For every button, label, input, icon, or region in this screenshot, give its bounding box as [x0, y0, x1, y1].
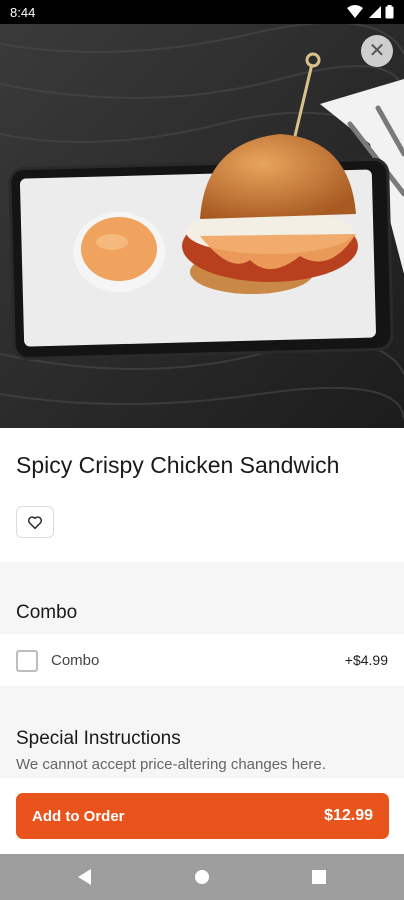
heart-icon [28, 515, 42, 529]
back-icon[interactable] [78, 869, 91, 885]
close-icon: ✕ [368, 40, 386, 62]
favorite-button[interactable] [16, 506, 54, 538]
wifi-icon [347, 5, 363, 18]
status-icons [347, 5, 394, 19]
status-bar: 8:44 [0, 0, 404, 24]
battery-icon [385, 5, 394, 19]
product-image [0, 24, 404, 428]
combo-checkbox[interactable] [16, 650, 38, 672]
home-icon[interactable] [195, 870, 209, 884]
product-title: Spicy Crispy Chicken Sandwich [16, 452, 340, 478]
add-to-order-button[interactable]: Add to Order $12.99 [16, 793, 389, 839]
add-to-order-label: Add to Order [32, 807, 125, 825]
special-instructions-title: Special Instructions [16, 728, 181, 749]
recents-icon[interactable] [312, 870, 326, 884]
special-instructions-note: We cannot accept price-altering changes … [16, 756, 326, 773]
combo-section-title: Combo [16, 602, 78, 623]
combo-option-label: Combo [51, 652, 100, 669]
close-button[interactable]: ✕ [361, 35, 393, 67]
status-time: 8:44 [10, 4, 36, 20]
combo-option-price: +$4.99 [344, 652, 388, 668]
navigation-bar [0, 854, 404, 900]
order-price: $12.99 [324, 807, 373, 824]
signal-icon [369, 6, 381, 18]
